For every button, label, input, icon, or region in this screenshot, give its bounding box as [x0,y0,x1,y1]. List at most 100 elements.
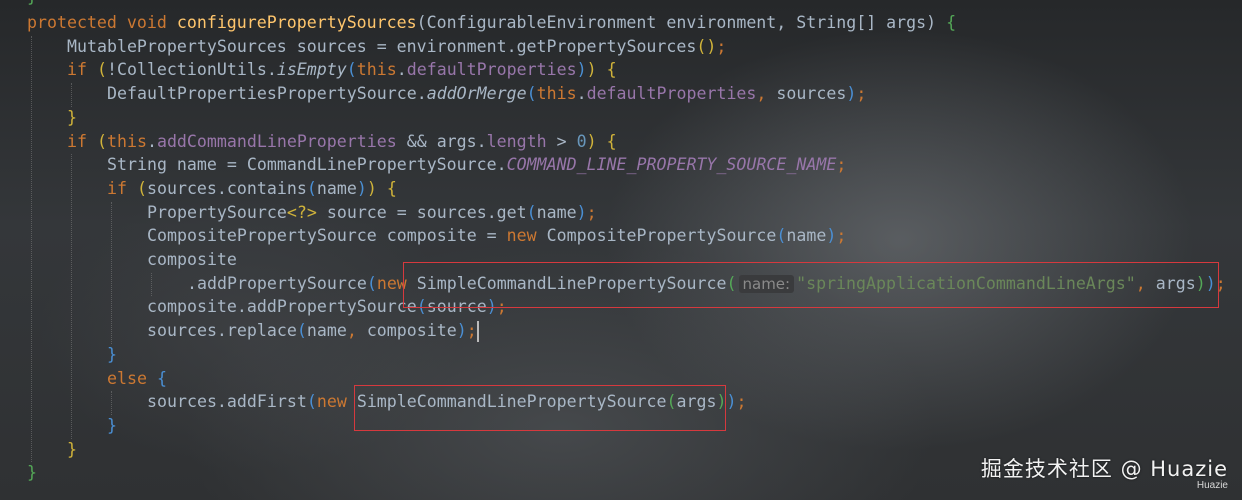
code-token: defaultProperties [586,84,757,104]
code-token: addCommandLineProperties [156,131,397,151]
code-line[interactable]: } [27,462,37,484]
code-line[interactable]: if (sources.contains(name)) { [107,178,397,200]
code-token: . [396,60,407,80]
code-token: sources.replace [147,321,297,341]
code-line[interactable]: } [107,344,117,366]
code-line[interactable]: else { [107,368,167,390]
code-token: ) [586,60,597,80]
code-token: ) [356,178,367,198]
code-token: ) [586,131,597,151]
code-token: ( [96,131,107,151]
code-token: source = sources.get [316,202,527,222]
code-line[interactable]: } [67,107,77,129]
code-token: } [27,463,37,483]
code-token: name [306,321,347,341]
code-line[interactable]: } [67,439,77,461]
code-line[interactable]: protected void configurePropertySources(… [27,12,956,34]
code-token: && args. [396,131,487,151]
code-line[interactable]: composite [147,249,237,271]
code-token: ) [576,60,587,80]
code-token: } [107,344,117,364]
code-token: sources.contains [146,178,307,198]
code-token: ; [466,321,477,341]
code-line[interactable]: if (this.addCommandLineProperties && arg… [67,131,617,153]
code-token: <?> [286,202,317,222]
indent-guide [111,391,112,415]
code-token: composite.addPropertySource [147,297,417,317]
code-token: !CollectionUtils. [106,60,277,80]
code-token: ( [526,202,537,222]
code-token: length [486,131,547,151]
code-token: ) [726,392,737,412]
highlight-box-composite-source [403,262,1219,308]
code-token: ( [526,84,537,104]
code-token: ( [296,321,307,341]
code-editor[interactable]: } protected void configurePropertySource… [0,0,1242,500]
code-token: new [506,226,547,246]
code-token: . [576,84,587,104]
code-token: composite [147,250,237,269]
code-token: sources.addFirst [147,392,307,412]
code-line[interactable]: MutablePropertySources sources = environ… [67,36,726,58]
code-token: MutablePropertySources sources = environ… [67,36,697,56]
code-token: name [786,226,827,246]
code-token: , [346,321,367,341]
code-token: ( [346,60,357,80]
code-token: ; [736,392,747,412]
code-token: ( [96,60,107,80]
code-token: DefaultPropertiesPropertySource. [107,84,427,104]
code-token: ) [456,321,467,341]
code-token: composite [366,321,457,341]
code-token: . [146,131,157,151]
code-token: if [67,60,97,80]
code-line[interactable]: String name = CommandLinePropertySource.… [107,154,846,176]
code-token: { [156,368,167,388]
code-token: ( [306,392,317,412]
code-token: this [106,131,147,151]
code-token: if [107,178,137,198]
indent-guide [31,35,32,463]
code-line[interactable]: } [107,415,117,437]
code-token: , [756,84,777,104]
code-token: ( [776,226,787,246]
code-line[interactable]: CompositePropertySource composite = new … [147,225,846,247]
code-token: { [606,131,617,151]
code-token: ; [836,155,847,175]
code-token: () [696,36,717,56]
code-line[interactable]: DefaultPropertiesPropertySource.addOrMer… [107,83,866,105]
code-line[interactable]: sources.replace(name, composite); [147,320,477,342]
text-cursor [477,321,479,342]
code-token: ) [366,178,377,198]
indent-guide [71,154,72,439]
watermark-subtext: Huazie [1196,480,1228,491]
code-token: name [536,202,577,222]
highlight-box-addfirst-source [354,385,726,431]
code-token: this [536,84,577,104]
code-token: ) [826,226,837,246]
code-token: defaultProperties [406,60,577,80]
code-token: { [386,178,397,198]
code-token: ; [716,36,727,56]
code-token: CompositePropertySource [546,226,777,246]
code-token: else [107,368,157,388]
indent-guide [71,83,72,107]
code-token: } [67,439,77,459]
code-token: this [356,60,397,80]
code-token: PropertySource [147,202,287,222]
code-token: ( [366,273,377,293]
code-token: ; [836,226,847,246]
code-token: .addPropertySource [187,273,367,293]
code-token: (ConfigurableEnvironment environment, St… [416,13,947,32]
code-token: { [946,13,957,32]
code-token: } [67,107,77,127]
code-token: COMMAND_LINE_PROPERTY_SOURCE_NAME [506,155,837,175]
code-token: configurePropertySources [176,13,417,32]
code-token: ( [306,178,317,198]
code-line[interactable]: if (!CollectionUtils.isEmpty(this.defaul… [67,59,617,81]
previous-block-closing-brace: } [27,0,37,8]
code-line[interactable]: PropertySource<?> source = sources.get(n… [147,202,597,224]
code-token: protected [27,13,127,32]
code-token: isEmpty [276,60,347,80]
